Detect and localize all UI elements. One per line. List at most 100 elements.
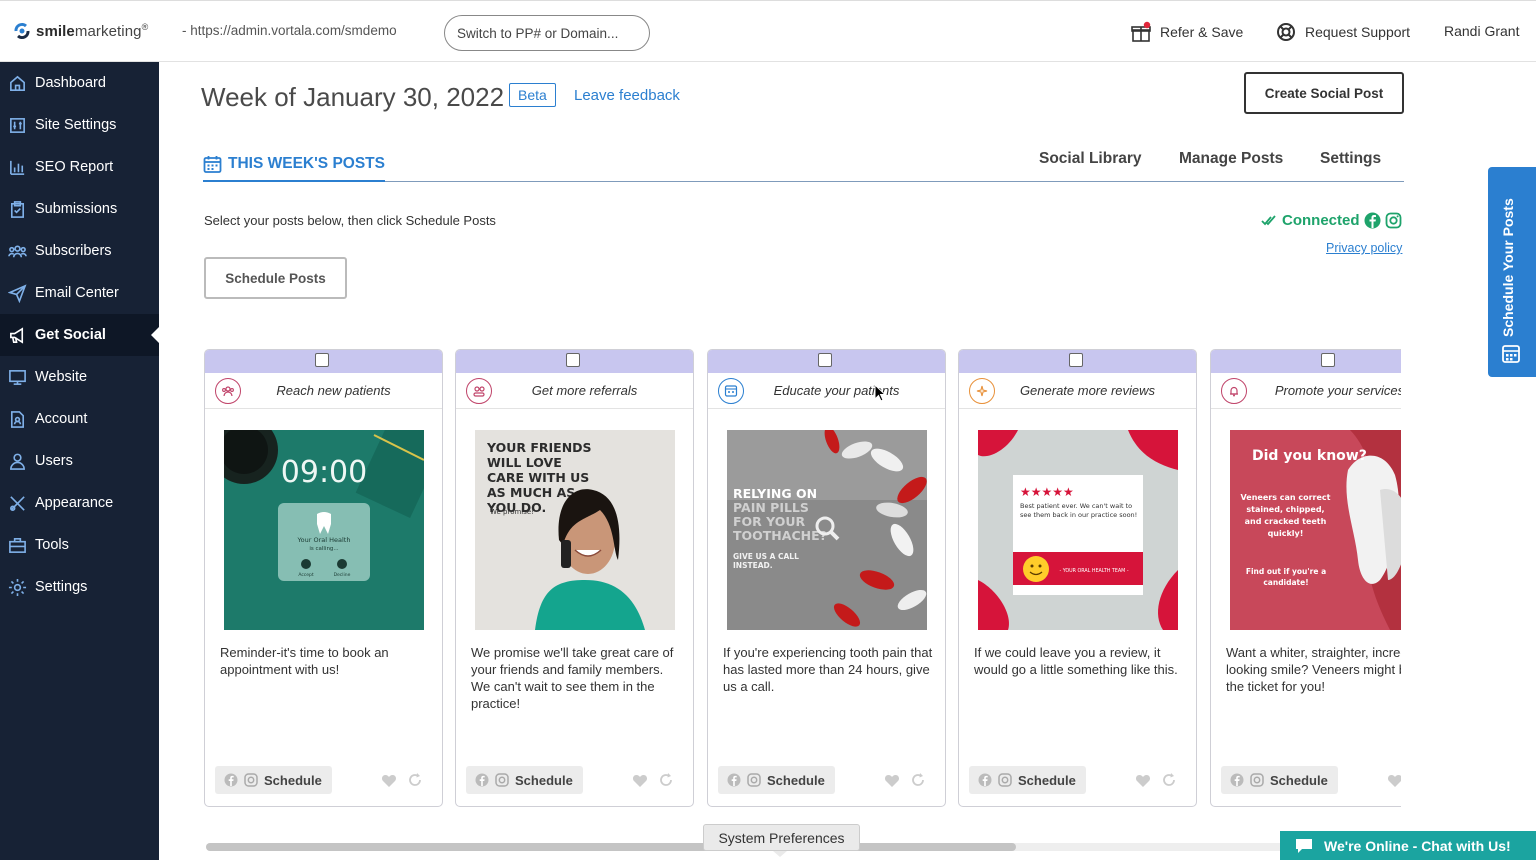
image-title: Did you know? [1252,448,1367,464]
card-category: Reach new patients [205,373,442,409]
post-checkbox[interactable] [1321,353,1335,367]
document-user-icon [10,410,25,428]
post-image[interactable]: ★★★★★ Best patient ever. We can't wait t… [978,430,1178,630]
toolbox-icon [9,537,26,553]
sidebar-item-site-settings[interactable]: Site Settings [0,104,159,146]
create-social-post-button[interactable]: Create Social Post [1244,72,1404,114]
user-menu[interactable]: Randi Grant [1444,23,1519,39]
sidebar-item-email-center[interactable]: Email Center [0,272,159,314]
leave-feedback-link[interactable]: Leave feedback [574,87,680,104]
heart-icon[interactable] [1135,773,1151,789]
tab-manage-posts[interactable]: Manage Posts [1179,150,1283,168]
refresh-icon[interactable] [1161,772,1177,788]
beta-badge: Beta [509,83,556,107]
main-content: Week of January 30, 2022 Beta Leave feed… [159,62,1536,860]
monitor-icon [9,369,26,385]
post-card: Generate more reviews ★★★★★ Best patient… [958,349,1197,807]
facebook-icon [978,773,992,787]
post-checkbox[interactable] [818,353,832,367]
schedule-button[interactable]: Schedule [1221,766,1338,794]
instagram-icon [998,773,1012,787]
sidebar-item-account[interactable]: Account [0,398,159,440]
refer-and-save-link[interactable]: Refer & Save [1130,21,1243,43]
card-header [456,350,693,373]
post-checkbox[interactable] [566,353,580,367]
refresh-icon[interactable] [910,772,926,788]
sidebar-item-website[interactable]: Website [0,356,159,398]
post-checkbox[interactable] [315,353,329,367]
card-category: Generate more reviews [959,373,1196,409]
facebook-icon [1230,773,1244,787]
sidebar-item-get-social[interactable]: Get Social [0,314,159,356]
heart-icon[interactable] [381,773,397,789]
category-label: Promote your services [1274,383,1401,398]
sidebar-item-label: Dashboard [35,75,106,91]
category-label: Generate more reviews [1019,383,1156,398]
posts-carousel[interactable]: Reach new patients 09:00 Your Oral Healt… [204,349,1401,809]
schedule-posts-button[interactable]: Schedule Posts [204,257,347,299]
schedule-button[interactable]: Schedule [466,766,583,794]
sidebar-item-subscribers[interactable]: Subscribers [0,230,159,272]
sidebar-item-users[interactable]: Users [0,440,159,482]
image-decline: Decline [334,572,351,578]
sidebar-item-settings[interactable]: Settings [0,566,159,608]
user-icon [10,453,25,470]
post-image[interactable]: 09:00 Your Oral Health is calling... Acc… [224,430,424,630]
post-checkbox[interactable] [1069,353,1083,367]
sidebar-item-label: Website [35,369,88,385]
scrollbar-thumb[interactable] [206,843,1016,851]
bar-chart-icon [10,160,25,175]
post-card: Promote your services Did you know? Vene… [1210,349,1401,807]
schedule-button[interactable]: Schedule [718,766,835,794]
post-image[interactable]: YOUR FRIENDS WILL LOVE CARE WITH US AS M… [475,430,675,630]
request-support-link[interactable]: Request Support [1275,21,1410,43]
image-line3: FOR YOUR [733,514,806,529]
brush-icon [10,495,25,511]
post-image[interactable]: Did you know? Veneers can correct staine… [1230,430,1401,630]
paper-plane-icon [8,283,27,303]
heart-icon[interactable] [1387,773,1401,789]
sidebar-item-appearance[interactable]: Appearance [0,482,159,524]
image-accept: Accept [298,572,314,578]
connected-label: Connected [1282,212,1360,229]
image-team: - YOUR ORAL HEALTH TEAM - [1059,568,1128,574]
card-header [1211,350,1401,373]
calendar-icon [203,155,222,173]
facebook-icon [475,773,489,787]
facebook-icon [224,773,238,787]
tab-label: THIS WEEK'S POSTS [228,155,385,172]
post-caption: Want a whiter, straighter, incredible lo… [1226,645,1401,694]
tab-settings[interactable]: Settings [1320,150,1381,168]
instagram-icon [495,773,509,787]
sidebar-item-label: Email Center [35,285,119,301]
sidebar-item-submissions[interactable]: Submissions [0,188,159,230]
schedule-your-posts-tab[interactable]: Schedule Your Posts [1488,167,1536,377]
sidebar-item-dashboard[interactable]: Dashboard [0,62,159,104]
tab-this-weeks-posts[interactable]: THIS WEEK'S POSTS [203,148,385,182]
schedule-button[interactable]: Schedule [215,766,332,794]
schedule-button[interactable]: Schedule [969,766,1086,794]
post-caption: If we could leave you a review, it would… [974,645,1178,677]
heart-icon[interactable] [884,773,900,789]
sidebar-item-tools[interactable]: Tools [0,524,159,566]
post-image[interactable]: RELYING ON PAIN PILLS FOR YOUR TOOTHACHE… [727,430,927,630]
live-chat-button[interactable]: We're Online - Chat with Us! [1280,831,1536,860]
refresh-icon[interactable] [407,772,423,788]
smile-marketing-logo[interactable]: smilemarketing® [12,21,148,41]
image-line2: is calling... [309,546,339,552]
sidebar-item-label: Subscribers [35,243,112,259]
sidebar-item-seo-report[interactable]: SEO Report [0,146,159,188]
lifebuoy-icon [1277,23,1295,41]
tab-social-library[interactable]: Social Library [1039,150,1142,168]
heart-icon[interactable] [632,773,648,789]
refresh-icon[interactable] [658,772,674,788]
category-label: Reach new patients [276,383,391,398]
sidebar-item-label: Site Settings [35,117,117,133]
privacy-policy-link[interactable]: Privacy policy [1326,241,1402,255]
sidebar-item-label: Account [35,411,88,427]
switch-domain-input[interactable] [444,15,650,51]
sidebar-item-label: Users [35,453,73,469]
card-footer: Schedule [708,758,945,806]
instagram-icon [244,773,258,787]
card-header [205,350,442,373]
